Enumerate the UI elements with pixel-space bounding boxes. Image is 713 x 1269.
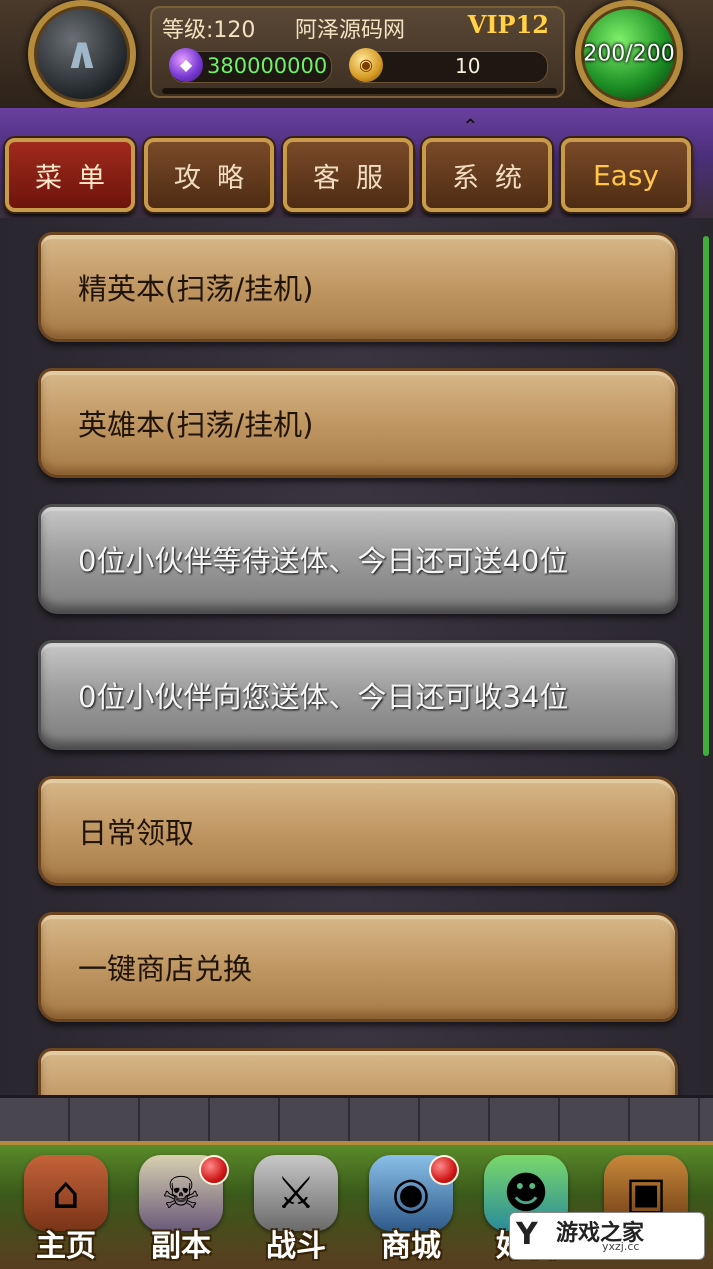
gem-counter[interactable]: ◆ 380000000: [169, 48, 332, 83]
nav-dungeon-label: 副本: [151, 1229, 211, 1264]
menu-item-hero-dungeon[interactable]: 英雄本(扫荡/挂机): [38, 368, 678, 478]
stamina-orb[interactable]: 200/200: [575, 0, 683, 108]
menu-item-shop-exchange[interactable]: 一键商店兑换: [38, 912, 678, 1022]
top-status-bar: ∧ 等级:120 阿泽源码网 VIP12 ◆ 380000000 ◉ 10 20…: [0, 0, 713, 111]
sword-icon: ⚔: [254, 1155, 338, 1231]
notification-dot: [199, 1155, 229, 1185]
watermark-badge: Y 游戏之家 yxzj.cc: [509, 1212, 705, 1260]
player-info-panel: 等级:120 阿泽源码网 VIP12 ◆ 380000000 ◉ 10: [150, 6, 565, 98]
site-name: 阿泽源码网: [295, 18, 406, 43]
nav-shop-label: 商城: [381, 1229, 441, 1264]
nav-dungeon[interactable]: ☠ 副本: [125, 1153, 237, 1265]
menu-item-partial[interactable]: [38, 1048, 678, 1098]
watermark-logo-icon: Y: [516, 1217, 538, 1252]
coin-counter[interactable]: ◉ 10: [349, 48, 548, 83]
coin-amount: 10: [455, 54, 481, 78]
tab-menu[interactable]: 菜单: [5, 138, 135, 212]
gem-amount: 380000000: [207, 54, 328, 78]
tab-support[interactable]: 客服: [283, 138, 413, 212]
menu-item-receive-stamina[interactable]: 0位小伙伴向您送体、今日还可收34位: [38, 640, 678, 750]
watermark-subtitle: yxzj.cc: [602, 1240, 640, 1253]
tab-guide[interactable]: 攻略: [144, 138, 274, 212]
coin-icon: ◉: [349, 48, 383, 82]
nav-battle-label: 战斗: [266, 1229, 326, 1264]
menu-item-send-stamina[interactable]: 0位小伙伴等待送体、今日还可送40位: [38, 504, 678, 614]
experience-bar: [162, 88, 557, 94]
menu-panel: 精英本(扫荡/挂机) 英雄本(扫荡/挂机) 0位小伙伴等待送体、今日还可送40位…: [0, 218, 713, 1098]
chevron-up-icon: ∧: [64, 28, 100, 79]
rank-orb[interactable]: ∧: [28, 0, 136, 108]
tab-system[interactable]: 系统: [422, 138, 552, 212]
player-level: 等级:120: [162, 18, 256, 43]
brick-divider: [0, 1095, 713, 1144]
nav-battle[interactable]: ⚔ 战斗: [240, 1153, 352, 1265]
vip-badge[interactable]: VIP12: [468, 10, 549, 39]
nav-home[interactable]: ⌂ 主页: [10, 1153, 122, 1265]
scrollbar[interactable]: [703, 236, 709, 756]
notification-dot: [429, 1155, 459, 1185]
menu-item-daily-claim[interactable]: 日常领取: [38, 776, 678, 886]
nav-shop[interactable]: ◉ 商城: [355, 1153, 467, 1265]
nav-home-label: 主页: [36, 1229, 96, 1264]
tab-easy[interactable]: Easy: [561, 138, 691, 212]
house-icon: ⌂: [24, 1155, 108, 1231]
gem-icon: ◆: [169, 48, 203, 82]
bird-icon: ⌃: [462, 114, 479, 138]
stamina-value: 200/200: [583, 41, 675, 67]
menu-item-elite-dungeon[interactable]: 精英本(扫荡/挂机): [38, 232, 678, 342]
